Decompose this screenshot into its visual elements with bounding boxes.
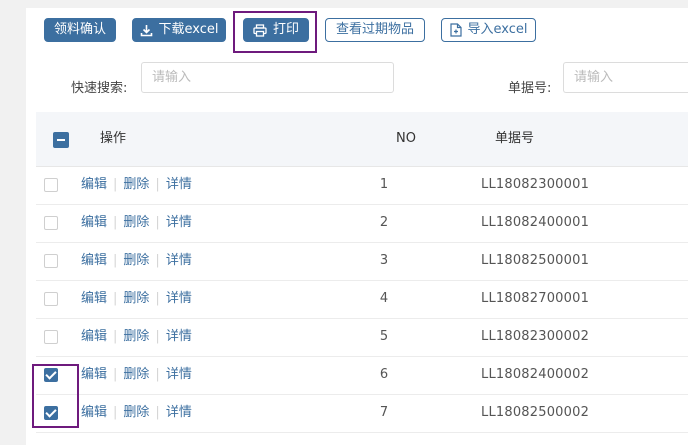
edit-link[interactable]: 编辑 (81, 367, 107, 382)
table-row: 编辑 | 删除 | 详情 2 LL18082400001 (36, 204, 688, 243)
table-row: 编辑 | 删除 | 详情 4 LL18082700001 (36, 280, 688, 319)
delete-link[interactable]: 删除 (123, 405, 149, 420)
detail-link[interactable]: 详情 (166, 291, 192, 306)
row-actions: 编辑 | 删除 | 详情 (81, 318, 192, 356)
delete-link[interactable]: 删除 (123, 253, 149, 268)
import-file-icon (449, 23, 462, 37)
header-doc-no: 单据号 (495, 131, 535, 146)
action-separator: | (113, 367, 118, 382)
action-separator: | (113, 291, 118, 306)
action-separator: | (113, 177, 118, 192)
row-actions: 编辑 | 删除 | 详情 (81, 394, 192, 432)
action-separator: | (155, 367, 160, 382)
delete-link[interactable]: 删除 (123, 367, 149, 382)
row-actions: 编辑 | 删除 | 详情 (81, 280, 192, 318)
row-no: 5 (379, 329, 389, 344)
row-checkbox[interactable] (44, 330, 58, 344)
action-separator: | (155, 291, 160, 306)
edit-link[interactable]: 编辑 (81, 329, 107, 344)
action-separator: | (155, 177, 160, 192)
delete-link[interactable]: 删除 (123, 177, 149, 192)
download-icon (140, 24, 152, 36)
row-no: 1 (379, 177, 389, 192)
row-checkbox[interactable] (44, 178, 58, 192)
view-expired-button[interactable]: 查看过期物品 (325, 18, 425, 42)
action-separator: | (113, 215, 118, 230)
action-separator: | (113, 329, 118, 344)
doc-no-label: 单据号: (508, 81, 552, 96)
print-button[interactable]: 打印 (243, 18, 309, 42)
edit-link[interactable]: 编辑 (81, 405, 107, 420)
printer-icon (253, 23, 267, 37)
delete-link[interactable]: 删除 (123, 291, 149, 306)
confirm-material-label: 领料确认 (53, 22, 106, 37)
row-checkbox[interactable] (44, 292, 58, 306)
row-checkbox[interactable] (44, 216, 58, 230)
import-excel-button[interactable]: 导入excel (441, 18, 536, 42)
edit-link[interactable]: 编辑 (81, 291, 107, 306)
action-separator: | (113, 405, 118, 420)
row-no: 7 (379, 405, 389, 420)
row-doc-no: LL18082400002 (481, 367, 590, 382)
header-ops: 操作 (100, 131, 127, 146)
action-separator: | (113, 253, 118, 268)
row-actions: 编辑 | 删除 | 详情 (81, 356, 192, 394)
header-no: NO (396, 131, 416, 146)
download-excel-label: 下载excel (158, 22, 219, 37)
download-excel-button[interactable]: 下载excel (132, 18, 226, 42)
row-no: 3 (379, 253, 389, 268)
main-panel: 领料确认 下载excel 打印 查看过期物品 导入excel 快速搜索: 单据号… (26, 8, 688, 445)
row-actions: 编辑 | 删除 | 详情 (81, 166, 192, 204)
row-actions: 编辑 | 删除 | 详情 (81, 242, 192, 280)
edit-link[interactable]: 编辑 (81, 253, 107, 268)
detail-link[interactable]: 详情 (166, 177, 192, 192)
quick-search-label: 快速搜索: (71, 81, 128, 96)
detail-link[interactable]: 详情 (166, 329, 192, 344)
quick-search-input[interactable] (141, 62, 394, 93)
row-doc-no: LL18082500001 (481, 253, 590, 268)
action-separator: | (155, 405, 160, 420)
detail-link[interactable]: 详情 (166, 215, 192, 230)
row-doc-no: LL18082500002 (481, 405, 590, 420)
table-row: 编辑 | 删除 | 详情 3 LL18082500001 (36, 242, 688, 281)
delete-link[interactable]: 删除 (123, 215, 149, 230)
row-doc-no: LL18082300002 (481, 329, 590, 344)
row-checkbox[interactable] (44, 254, 58, 268)
row-no: 2 (379, 215, 389, 230)
view-expired-label: 查看过期物品 (335, 22, 414, 37)
table-row: 编辑 | 删除 | 详情 6 LL18082400002 (36, 356, 688, 395)
action-separator: | (155, 329, 160, 344)
table-row: 编辑 | 删除 | 详情 5 LL18082300002 (36, 318, 688, 357)
table-row: 编辑 | 删除 | 详情 1 LL18082300001 (36, 166, 688, 205)
select-all-checkbox[interactable] (53, 132, 69, 148)
row-doc-no: LL18082400001 (481, 215, 590, 230)
detail-link[interactable]: 详情 (166, 405, 192, 420)
row-doc-no: LL18082700001 (481, 291, 590, 306)
table-row: 编辑 | 删除 | 详情 7 LL18082500002 (36, 394, 688, 433)
row-checkbox[interactable] (44, 406, 58, 420)
row-no: 4 (379, 291, 389, 306)
detail-link[interactable]: 详情 (166, 367, 192, 382)
action-separator: | (155, 215, 160, 230)
confirm-material-button[interactable]: 领料确认 (44, 18, 116, 42)
action-separator: | (155, 253, 160, 268)
delete-link[interactable]: 删除 (123, 329, 149, 344)
row-doc-no: LL18082300001 (481, 177, 590, 192)
row-checkbox[interactable] (44, 368, 58, 382)
edit-link[interactable]: 编辑 (81, 177, 107, 192)
detail-link[interactable]: 详情 (166, 253, 192, 268)
row-actions: 编辑 | 删除 | 详情 (81, 204, 192, 242)
import-excel-label: 导入excel (467, 22, 528, 37)
edit-link[interactable]: 编辑 (81, 215, 107, 230)
table-header: 操作 NO 单据号 (36, 112, 688, 167)
print-label: 打印 (272, 22, 299, 37)
row-no: 6 (379, 367, 389, 382)
doc-no-input[interactable] (563, 62, 688, 93)
